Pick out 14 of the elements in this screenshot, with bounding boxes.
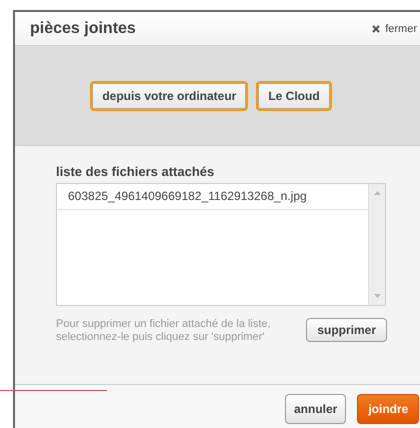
dialog-title: pièces jointes <box>30 20 136 38</box>
file-row[interactable]: 603825_4961409669182_1162913268_n.jpg <box>57 184 368 210</box>
file-list[interactable]: 603825_4961409669182_1162913268_n.jpg <box>56 183 386 306</box>
scrollbar[interactable] <box>368 184 385 305</box>
list-label: liste des fichiers attachés <box>56 164 216 179</box>
scroll-down-icon[interactable] <box>374 294 380 298</box>
source-button[interactable]: Le Cloud <box>256 80 332 110</box>
help-text: Pour supprimer un fichier attaché de la liste, selectionnez-le puis cliquez sur 'supprimer' <box>56 318 272 344</box>
close-button[interactable]: fermer <box>372 22 417 34</box>
scroll-up-icon[interactable] <box>374 191 380 195</box>
source-button[interactable]: depuis votre ordinateur <box>90 80 248 110</box>
delete-button[interactable]: supprimer <box>306 318 387 342</box>
close-icon <box>372 24 380 32</box>
cancel-button[interactable]: annuler <box>285 394 346 424</box>
